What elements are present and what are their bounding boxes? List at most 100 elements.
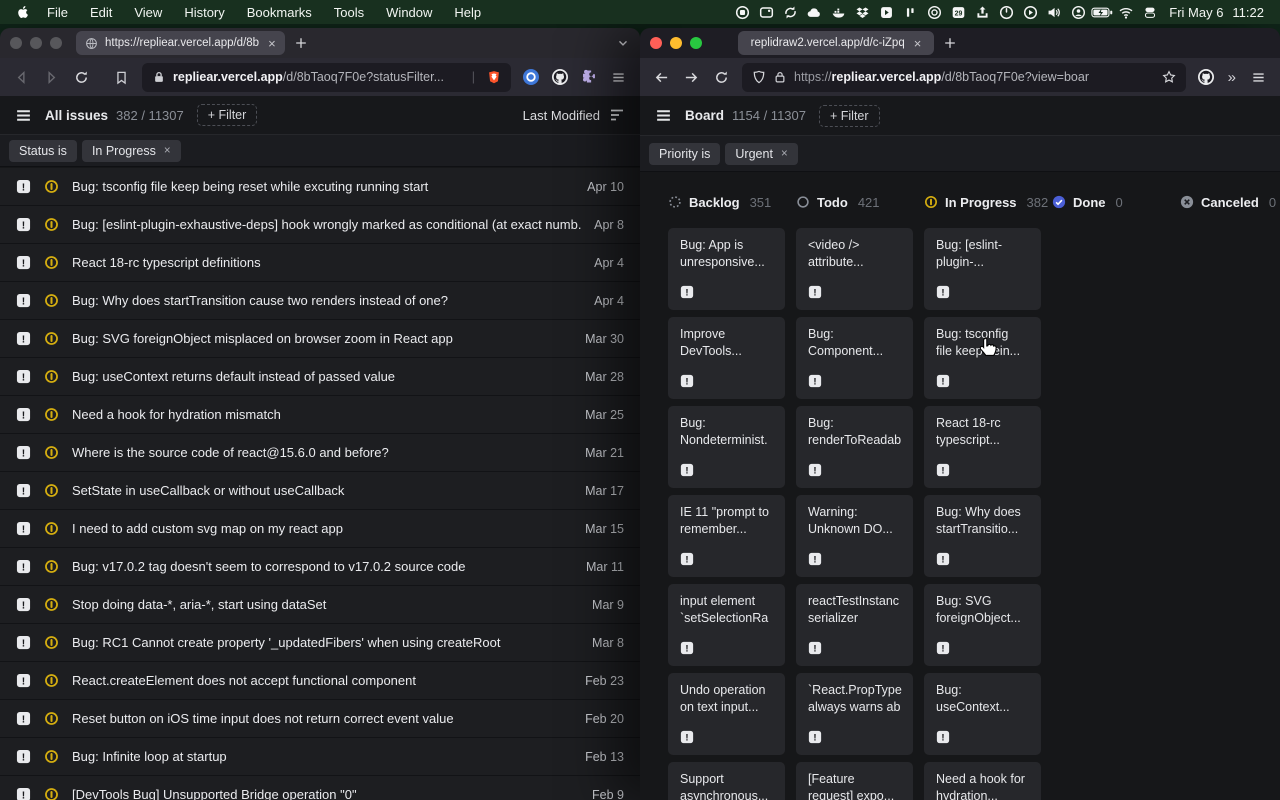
issue-row[interactable]: !Bug: tsconfig file keep being reset whi… <box>0 168 640 206</box>
issue-row[interactable]: !I need to add custom svg map on my reac… <box>0 510 640 548</box>
close-window-button[interactable] <box>10 37 22 49</box>
sync-icon[interactable] <box>778 4 802 21</box>
kanban-card[interactable]: Need a hook forhydration...! <box>924 762 1041 800</box>
wifi-icon[interactable] <box>1114 4 1138 21</box>
browser-tab[interactable]: replidraw2.vercel.app/d/c-iZpq × <box>738 31 934 55</box>
back-button[interactable] <box>648 64 675 90</box>
menu-hamburger-icon[interactable] <box>605 64 632 90</box>
browser-tab[interactable]: https://repliear.vercel.app/d/8b × <box>76 31 285 55</box>
menu-bookmarks[interactable]: Bookmarks <box>236 5 323 20</box>
kanban-card[interactable]: Bug:useContext...! <box>924 673 1041 755</box>
tab-close-icon[interactable]: × <box>912 36 922 51</box>
onepassword-icon[interactable] <box>922 4 946 21</box>
add-filter-button[interactable]: + Filter <box>197 104 258 126</box>
issue-row[interactable]: !Where is the source code of react@15.6.… <box>0 434 640 472</box>
zoom-window-button[interactable] <box>690 37 702 49</box>
calendar-icon[interactable]: 29 <box>946 4 970 21</box>
apple-menu-icon[interactable] <box>10 4 36 20</box>
back-button[interactable] <box>8 64 35 90</box>
power-icon[interactable] <box>994 4 1018 21</box>
kanban-card[interactable]: Bug:Nondeterminist.! <box>668 406 785 488</box>
issue-row[interactable]: !Bug: Why does startTransition cause two… <box>0 282 640 320</box>
issue-row[interactable]: !Bug: Infinite loop at startupFeb 13 <box>0 738 640 776</box>
play-icon[interactable] <box>1018 4 1042 21</box>
remove-filter-icon[interactable]: × <box>781 148 788 160</box>
toolbar-overflow-icon[interactable]: » <box>1222 69 1242 86</box>
sidebar-menu-icon[interactable] <box>655 107 672 124</box>
reload-button[interactable] <box>708 64 735 90</box>
kanban-card[interactable]: input element`setSelectionRa! <box>668 584 785 666</box>
filter-chip[interactable]: Urgent× <box>725 143 797 165</box>
issue-row[interactable]: ![DevTools Bug] Unsupported Bridge opera… <box>0 776 640 800</box>
bookmark-icon[interactable] <box>108 64 135 90</box>
issue-row[interactable]: !SetState in useCallback or without useC… <box>0 472 640 510</box>
kanban-card[interactable]: Bug:renderToReadab! <box>796 406 913 488</box>
onepassword-extension-icon[interactable] <box>518 65 544 89</box>
kanban-card[interactable]: React 18-rctypescript...! <box>924 406 1041 488</box>
menu-tools[interactable]: Tools <box>323 5 375 20</box>
issue-row[interactable]: !Bug: SVG foreignObject misplaced on bro… <box>0 320 640 358</box>
battery-charging-icon[interactable] <box>1090 4 1114 21</box>
kanban-card[interactable]: Bug: App isunresponsive...! <box>668 228 785 310</box>
kanban-card[interactable]: reactTestInstancserializer! <box>796 584 913 666</box>
shortcuts-icon[interactable] <box>874 4 898 21</box>
sort-label[interactable]: Last Modified <box>523 108 600 123</box>
issue-row[interactable]: !Bug: RC1 Cannot create property '_updat… <box>0 624 640 662</box>
tab-list-chevron-icon[interactable] <box>616 36 630 50</box>
issue-row[interactable]: !Bug: [eslint-plugin-exhaustive-deps] ho… <box>0 206 640 244</box>
kanban-card[interactable]: ImproveDevTools...! <box>668 317 785 399</box>
kanban-card[interactable]: Bug: Why doesstartTransitio...! <box>924 495 1041 577</box>
assistant-icon[interactable] <box>1066 4 1090 21</box>
volume-icon[interactable] <box>1042 4 1066 21</box>
forward-button[interactable] <box>38 64 65 90</box>
menu-hamburger-icon[interactable] <box>1245 64 1272 90</box>
kanban-card[interactable]: Supportasynchronous...! <box>668 762 785 800</box>
url-bar[interactable]: https://repliear.vercel.app/d/8bTaoq7F0e… <box>742 63 1186 92</box>
menu-bar-clock[interactable]: Fri May 6 11:22 <box>1165 5 1270 20</box>
close-window-button[interactable] <box>650 37 662 49</box>
issue-row[interactable]: !Bug: useContext returns default instead… <box>0 358 640 396</box>
menu-view[interactable]: View <box>123 5 173 20</box>
github-extension-icon[interactable] <box>1193 65 1219 89</box>
tracking-shield-icon[interactable] <box>752 70 766 84</box>
remove-filter-icon[interactable]: × <box>164 145 171 157</box>
backup-icon[interactable] <box>970 4 994 21</box>
display-icon[interactable] <box>754 4 778 21</box>
kanban-card[interactable]: <video />attribute...! <box>796 228 913 310</box>
issue-row[interactable]: !Stop doing data-*, aria-*, start using … <box>0 586 640 624</box>
issue-row[interactable]: !React.createElement does not accept fun… <box>0 662 640 700</box>
menu-help[interactable]: Help <box>443 5 492 20</box>
reload-button[interactable] <box>68 64 95 90</box>
filter-chip[interactable]: Status is <box>9 140 77 162</box>
menu-history[interactable]: History <box>173 5 235 20</box>
issue-row[interactable]: !Bug: v17.0.2 tag doesn't seem to corres… <box>0 548 640 586</box>
stats-icon[interactable] <box>898 4 922 21</box>
tab-close-icon[interactable]: × <box>266 36 276 51</box>
brave-shield-icon[interactable] <box>487 70 501 84</box>
kanban-card[interactable]: Undo operationon text input...! <box>668 673 785 755</box>
filter-chip[interactable]: Priority is <box>649 143 720 165</box>
sidebar-menu-icon[interactable] <box>15 107 32 124</box>
menu-file[interactable]: File <box>36 5 79 20</box>
github-extension-icon[interactable] <box>547 65 573 89</box>
cloud-icon[interactable] <box>802 4 826 21</box>
minimize-window-button[interactable] <box>30 37 42 49</box>
minimize-window-button[interactable] <box>670 37 682 49</box>
extensions-puzzle-icon[interactable] <box>576 65 602 89</box>
menu-edit[interactable]: Edit <box>79 5 123 20</box>
new-tab-button[interactable] <box>943 36 957 50</box>
kanban-card[interactable]: [Featurerequest] expo...! <box>796 762 913 800</box>
docker-icon[interactable] <box>826 4 850 21</box>
kanban-card[interactable]: IE 11 "prompt toremember...! <box>668 495 785 577</box>
kanban-card[interactable]: Bug:Component...! <box>796 317 913 399</box>
kanban-card[interactable]: Bug: [eslint-plugin-...! <box>924 228 1041 310</box>
issue-row[interactable]: !Need a hook for hydration mismatchMar 2… <box>0 396 640 434</box>
issue-row[interactable]: !React 18-rc typescript definitionsApr 4 <box>0 244 640 282</box>
menu-window[interactable]: Window <box>375 5 443 20</box>
url-bar[interactable]: repliear.vercel.app/d/8bTaoq7F0e?statusF… <box>142 63 511 92</box>
kanban-card[interactable]: Warning:Unknown DO...! <box>796 495 913 577</box>
issue-row[interactable]: !Reset button on iOS time input does not… <box>0 700 640 738</box>
bookmark-star-icon[interactable] <box>1162 70 1176 84</box>
forward-button[interactable] <box>678 64 705 90</box>
new-tab-button[interactable] <box>294 36 308 50</box>
